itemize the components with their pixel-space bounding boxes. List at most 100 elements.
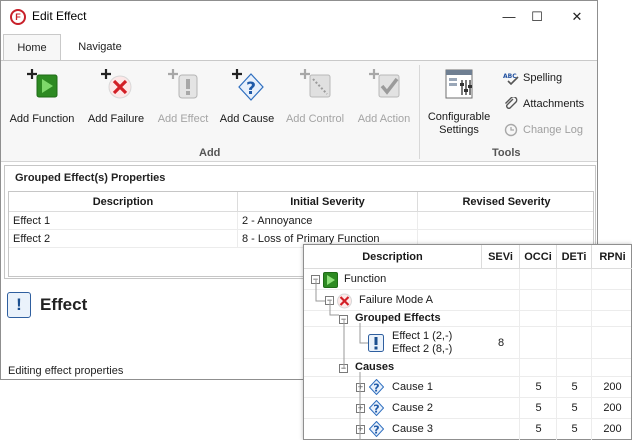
- collapse-function-toggle[interactable]: −: [311, 275, 320, 284]
- column-header-description[interactable]: Description: [9, 192, 238, 212]
- tree-row-failure-mode[interactable]: − Failure Mode A: [304, 290, 631, 311]
- tree-row-function[interactable]: − Function: [304, 269, 631, 290]
- add-function-label: Add Function: [9, 113, 75, 125]
- collapse-grouped-effects-toggle[interactable]: −: [339, 315, 348, 324]
- tree-label-effect-1: Effect 1 (2,-): [392, 330, 453, 342]
- tree-row-causes[interactable]: − Causes: [304, 359, 631, 377]
- cell-revised-severity[interactable]: [418, 212, 595, 230]
- column-header-revised-severity[interactable]: Revised Severity: [418, 192, 595, 212]
- ribbon-group-divider: [419, 65, 420, 159]
- tree-cell-deti: 5: [571, 402, 578, 414]
- effect-icon: [368, 334, 384, 352]
- window-title: Edit Effect: [32, 9, 87, 23]
- tree-row-cause[interactable]: + ? Cause 2 5 5 200: [304, 398, 631, 419]
- tree-cell-occi: 5: [535, 381, 542, 393]
- cause-question-icon: ?: [369, 400, 384, 416]
- add-control-label: Add Control: [285, 113, 345, 125]
- grouped-effects-title: Grouped Effect(s) Properties: [15, 172, 166, 184]
- tree-row-cause[interactable]: + ? Cause 3 5 5 200: [304, 419, 631, 440]
- tree-label-failure-mode: Failure Mode A: [359, 294, 433, 306]
- add-cause-label: Add Cause: [219, 113, 275, 125]
- effect-exclamation-icon: !: [7, 292, 31, 318]
- add-failure-label: Add Failure: [87, 113, 145, 125]
- tree-header-rpni[interactable]: RPNi: [592, 245, 632, 269]
- minimize-button[interactable]: —: [494, 5, 524, 29]
- tree-cell-deti: 5: [571, 423, 578, 435]
- svg-text:?: ?: [246, 79, 256, 99]
- tree-cell-deti: 5: [571, 381, 578, 393]
- add-action-icon: [369, 69, 400, 98]
- close-button[interactable]: ✕: [562, 5, 592, 29]
- svg-text:?: ?: [373, 403, 379, 416]
- add-effect-button[interactable]: Add Effect: [152, 67, 214, 125]
- add-effect-icon: [168, 69, 198, 99]
- add-action-button[interactable]: Add Action: [353, 67, 415, 125]
- svg-text:?: ?: [373, 424, 379, 437]
- expand-cause-toggle[interactable]: +: [356, 404, 365, 413]
- tree-row-cause[interactable]: + ? Cause 1 5 5 200: [304, 377, 631, 398]
- cell-description[interactable]: Effect 1: [9, 212, 238, 230]
- effect-heading-text: Effect: [40, 295, 88, 314]
- tree-cell-sevi: 8: [497, 337, 505, 349]
- function-icon: [323, 272, 338, 288]
- cause-question-icon: ?: [369, 421, 384, 437]
- add-failure-icon: [101, 69, 132, 99]
- settings-sliders-icon: [445, 69, 473, 99]
- configurable-settings-button[interactable]: Configurable Settings: [424, 67, 494, 137]
- grid-header: Description Initial Severity Revised Sev…: [9, 192, 593, 212]
- spelling-label: Spelling: [523, 71, 563, 84]
- tree-header-occi[interactable]: OCCi: [520, 245, 557, 269]
- paperclip-icon: [505, 97, 518, 109]
- ribbon-tabs: Home Navigate: [1, 34, 597, 60]
- title-bar: F Edit Effect — ☐ ✕: [1, 1, 597, 33]
- svg-text:?: ?: [373, 382, 379, 395]
- tree-header-description[interactable]: Description: [304, 245, 482, 269]
- expand-cause-toggle[interactable]: +: [356, 383, 365, 392]
- add-function-button[interactable]: Add Function: [6, 67, 78, 125]
- app-logo-icon: F: [10, 9, 26, 25]
- spelling-check-icon: ABC: [503, 73, 519, 85]
- cell-description[interactable]: Effect 2: [9, 230, 238, 248]
- tree-label-cause: Cause 2: [392, 402, 433, 414]
- configurable-settings-label-line2: Settings: [439, 124, 479, 136]
- collapse-failure-mode-toggle[interactable]: −: [325, 296, 334, 305]
- attachments-button[interactable]: Attachments: [503, 97, 584, 111]
- tree-cell-rpni: 200: [603, 402, 622, 414]
- add-function-icon: [27, 69, 58, 98]
- tab-navigate[interactable]: Navigate: [69, 34, 131, 60]
- tree-row-grouped-effects[interactable]: − Grouped Effects: [304, 311, 631, 327]
- add-control-button[interactable]: Add Control: [283, 67, 347, 125]
- tree-label-effect-2: Effect 2 (8,-): [392, 343, 453, 355]
- column-header-initial-severity[interactable]: Initial Severity: [238, 192, 418, 212]
- tree-row-effect-group[interactable]: Effect 1 (2,-) Effect 2 (8,-) 8: [304, 327, 631, 359]
- add-group-label: Add: [199, 147, 221, 159]
- status-text: Editing effect properties: [8, 365, 124, 377]
- tree-cell-rpni: 200: [603, 423, 622, 435]
- configurable-settings-label-line1: Configurable: [427, 111, 491, 123]
- spelling-button[interactable]: ABC Spelling: [503, 71, 562, 85]
- expand-cause-toggle[interactable]: +: [356, 425, 365, 434]
- tree-label-grouped-effects: Grouped Effects: [355, 312, 441, 324]
- change-log-clock-icon: [504, 123, 518, 137]
- add-effect-label: Add Effect: [157, 113, 209, 125]
- tree-header-deti[interactable]: DETi: [557, 245, 592, 269]
- tree-label-causes: Causes: [355, 361, 395, 373]
- add-failure-button[interactable]: Add Failure: [84, 67, 148, 125]
- table-row[interactable]: Effect 1 2 - Annoyance: [9, 212, 593, 230]
- tree-cell-occi: 5: [535, 402, 542, 414]
- tree-label-function: Function: [344, 273, 387, 285]
- maximize-button[interactable]: ☐: [522, 5, 552, 29]
- change-log-button[interactable]: Change Log: [503, 123, 583, 137]
- tree-header-sevi[interactable]: SEVi: [482, 245, 520, 269]
- cell-initial-severity[interactable]: 2 - Annoyance: [238, 212, 418, 230]
- tab-home[interactable]: Home: [3, 34, 61, 60]
- tree-cell-occi: 5: [535, 423, 542, 435]
- cause-question-icon: ?: [369, 379, 384, 395]
- fmea-tree-view: Description SEVi OCCi DETi RPNi − Functi…: [303, 244, 632, 440]
- collapse-causes-toggle[interactable]: −: [339, 364, 348, 373]
- tree-cell-rpni: 200: [603, 381, 622, 393]
- failure-mode-icon: [337, 293, 352, 309]
- add-cause-button[interactable]: ? Add Cause: [217, 67, 277, 125]
- tools-group-label: Tools: [492, 147, 521, 159]
- add-action-label: Add Action: [357, 113, 411, 125]
